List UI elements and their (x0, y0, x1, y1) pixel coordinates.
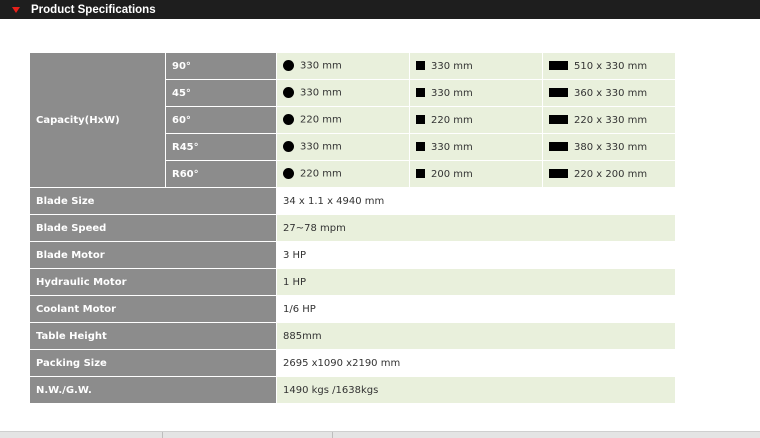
spec-value: 1 HP (276, 268, 676, 296)
spec-value: 34 x 1.1 x 4940 mm (276, 187, 676, 215)
angle-label: 60° (165, 106, 277, 134)
spec-label: Coolant Motor (29, 295, 277, 323)
spec-label: Blade Size (29, 187, 277, 215)
filled-square-icon (416, 115, 425, 124)
spec-row: Hydraulic Motor 1 HP (29, 268, 676, 296)
spec-label: Packing Size (29, 349, 277, 377)
angle-label: R45° (165, 133, 277, 161)
spec-value: 1490 kgs /1638kgs (276, 376, 676, 404)
rect-capacity: 220 x 330 mm (542, 106, 676, 134)
spec-value: 2695 x1090 x2190 mm (276, 349, 676, 377)
spec-label: Blade Speed (29, 214, 277, 242)
spec-value: 885mm (276, 322, 676, 350)
rect-capacity: 220 x 200 mm (542, 160, 676, 188)
filled-rectangle-icon (549, 142, 568, 151)
filled-rectangle-icon (549, 169, 568, 178)
spec-value: 3 HP (276, 241, 676, 269)
square-capacity: 330 mm (409, 52, 543, 80)
filled-circle-icon (283, 60, 294, 72)
square-capacity: 330 mm (409, 79, 543, 107)
spec-row: N.W./G.W. 1490 kgs /1638kgs (29, 376, 676, 404)
capacity-row: Capacity(HxW) 90° 330 mm 330 mm 510 x 33… (29, 52, 676, 188)
filled-rectangle-icon (549, 115, 568, 124)
angle-label: 45° (165, 79, 277, 107)
round-capacity: 330 mm (276, 79, 410, 107)
filled-circle-icon (283, 114, 294, 126)
spec-row: Blade Motor 3 HP (29, 241, 676, 269)
spec-row: Coolant Motor 1/6 HP (29, 295, 676, 323)
spec-label: Blade Motor (29, 241, 277, 269)
scrollbar-divider (162, 432, 163, 438)
round-capacity: 220 mm (276, 160, 410, 188)
collapse-arrow-icon[interactable] (12, 6, 20, 13)
section-title: Product Specifications (31, 3, 156, 16)
square-capacity: 200 mm (409, 160, 543, 188)
spec-value: 27~78 mpm (276, 214, 676, 242)
angle-label: 90° (165, 52, 277, 80)
angle-label: R60° (165, 160, 277, 188)
spec-row: Blade Speed 27~78 mpm (29, 214, 676, 242)
spec-table: Capacity(HxW) 90° 330 mm 330 mm 510 x 33… (29, 52, 676, 404)
filled-circle-icon (283, 87, 294, 99)
filled-square-icon (416, 169, 425, 178)
round-capacity: 330 mm (276, 133, 410, 161)
square-capacity: 220 mm (409, 106, 543, 134)
round-capacity: 220 mm (276, 106, 410, 134)
rect-capacity: 380 x 330 mm (542, 133, 676, 161)
filled-rectangle-icon (549, 88, 568, 97)
filled-square-icon (416, 88, 425, 97)
square-capacity: 330 mm (409, 133, 543, 161)
filled-circle-icon (283, 141, 294, 153)
section-header[interactable]: Product Specifications (0, 0, 760, 19)
rect-capacity: 510 x 330 mm (542, 52, 676, 80)
rect-capacity: 360 x 330 mm (542, 79, 676, 107)
spec-value: 1/6 HP (276, 295, 676, 323)
scrollbar-divider (332, 432, 333, 438)
spec-label: Table Height (29, 322, 277, 350)
filled-square-icon (416, 142, 425, 151)
spec-row: Table Height 885mm (29, 322, 676, 350)
spec-row: Packing Size 2695 x1090 x2190 mm (29, 349, 676, 377)
capacity-label: Capacity(HxW) (29, 52, 166, 188)
spec-row: Blade Size 34 x 1.1 x 4940 mm (29, 187, 676, 215)
filled-square-icon (416, 61, 425, 70)
round-capacity: 330 mm (276, 52, 410, 80)
filled-rectangle-icon (549, 61, 568, 70)
filled-circle-icon (283, 168, 294, 180)
spec-label: Hydraulic Motor (29, 268, 277, 296)
spec-label: N.W./G.W. (29, 376, 277, 404)
